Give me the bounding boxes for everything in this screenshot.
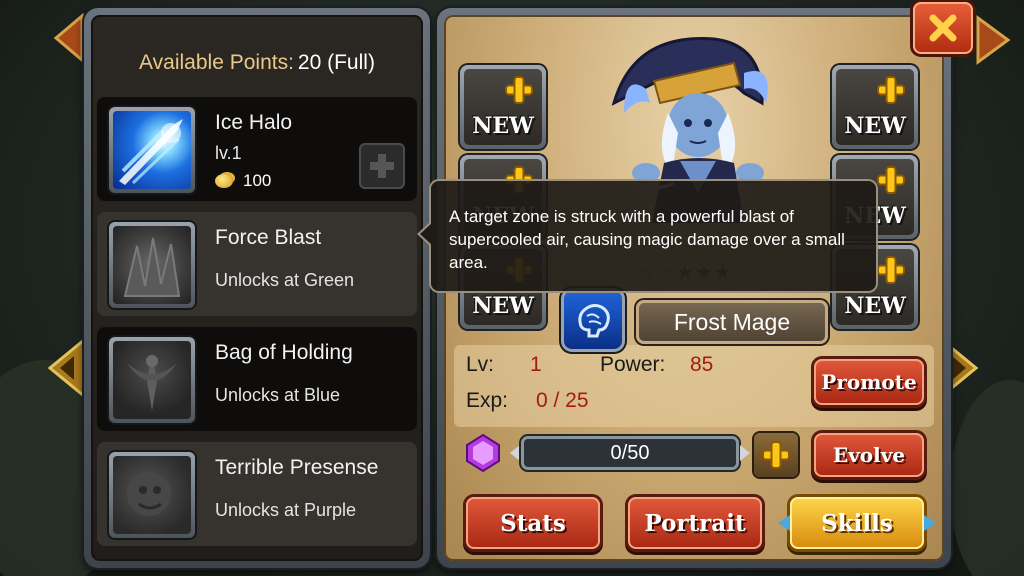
available-points-label: Available Points: bbox=[139, 51, 294, 74]
gear-new-label: NEW bbox=[472, 293, 534, 319]
skill-name: Force Blast bbox=[215, 226, 322, 249]
skills-panel: Available Points: 20 (Full) Ice Halo lv.1… bbox=[84, 8, 430, 568]
close-button[interactable] bbox=[913, 2, 973, 54]
previous-hero-arrow-icon[interactable] bbox=[44, 336, 88, 400]
skill-description-tooltip: A target zone is struck with a powerful … bbox=[417, 181, 876, 291]
skill-level: lv.1 bbox=[215, 143, 242, 163]
skill-unlock-text: Unlocks at Green bbox=[215, 270, 355, 290]
skill-name: Bag of Holding bbox=[215, 341, 353, 364]
exp-label: Exp: bbox=[466, 389, 509, 412]
skill-row-bag-of-holding[interactable]: Bag of Holding Unlocks at Blue bbox=[97, 327, 417, 431]
tab-portrait[interactable]: Portrait bbox=[628, 497, 762, 549]
selected-tab-right-marker-icon bbox=[924, 515, 936, 531]
gear-new-label: NEW bbox=[844, 113, 906, 139]
evolve-progress-bar: 0/50 bbox=[524, 439, 736, 467]
skill-name: Ice Halo bbox=[215, 111, 293, 134]
gold-coin-icon bbox=[215, 174, 233, 188]
power-value: 85 bbox=[690, 353, 714, 376]
selected-tab-left-marker-icon bbox=[778, 515, 790, 531]
promote-button[interactable]: Promote bbox=[814, 359, 924, 405]
background-rock bbox=[950, 380, 1024, 576]
tab-stats[interactable]: Stats bbox=[466, 497, 600, 549]
evolve-button[interactable]: Evolve bbox=[814, 433, 924, 477]
upgrade-skill-button[interactable] bbox=[359, 143, 405, 189]
brain-icon bbox=[578, 304, 610, 338]
hero-prev-top-arrow-icon[interactable] bbox=[52, 12, 86, 64]
add-gear-plus-icon bbox=[878, 257, 904, 283]
skill-row-ice-halo[interactable]: Ice Halo lv.1 100 bbox=[97, 97, 417, 201]
skill-unlock-text: Unlocks at Purple bbox=[215, 500, 357, 520]
add-gear-plus-icon bbox=[878, 167, 904, 193]
power-label: Power: bbox=[600, 353, 666, 376]
skills-panel-inner: Available Points: 20 (Full) Ice Halo lv.1… bbox=[91, 15, 423, 561]
ice-halo-icon bbox=[109, 107, 195, 193]
available-points-value: 20 (Full) bbox=[297, 51, 375, 74]
gear-slot-4[interactable]: NEW bbox=[832, 65, 918, 149]
bar-left-arrow-icon bbox=[510, 445, 520, 461]
bar-right-arrow-icon bbox=[740, 445, 750, 461]
hero-next-top-arrow-icon[interactable] bbox=[974, 14, 1014, 66]
gear-new-label: NEW bbox=[472, 113, 534, 139]
gear-new-label: NEW bbox=[844, 293, 906, 319]
skill-name: Terrible Presense bbox=[215, 456, 379, 479]
close-icon bbox=[929, 14, 957, 42]
terrible-presense-icon bbox=[109, 452, 195, 538]
tooltip-text: A target zone is struck with a powerful … bbox=[449, 207, 845, 272]
skill-upgrade-cost: 100 bbox=[215, 171, 271, 191]
exp-value: 0 / 25 bbox=[536, 389, 589, 412]
level-label: Lv: bbox=[466, 353, 495, 376]
bag-of-holding-icon bbox=[109, 337, 195, 423]
add-evolve-material-button[interactable] bbox=[754, 433, 798, 477]
skill-row-force-blast[interactable]: Force Blast Unlocks at Green bbox=[97, 212, 417, 316]
tab-skills[interactable]: Skills bbox=[790, 497, 924, 549]
gear-slot-1[interactable]: NEW bbox=[460, 65, 546, 149]
level-value: 1 bbox=[530, 353, 542, 376]
force-blast-icon bbox=[109, 222, 195, 308]
hero-class-badge[interactable] bbox=[564, 291, 622, 349]
add-gear-plus-icon bbox=[878, 77, 904, 103]
add-gear-plus-icon bbox=[506, 77, 532, 103]
hero-name-plate: Frost Mage bbox=[636, 300, 828, 344]
purple-gem-icon bbox=[466, 433, 500, 473]
skill-unlock-text: Unlocks at Blue bbox=[215, 385, 341, 405]
available-points: Available Points: 20 (Full) bbox=[91, 51, 423, 75]
skill-cost-value: 100 bbox=[243, 171, 272, 190]
skill-row-terrible-presense[interactable]: Terrible Presense Unlocks at Purple bbox=[97, 442, 417, 546]
